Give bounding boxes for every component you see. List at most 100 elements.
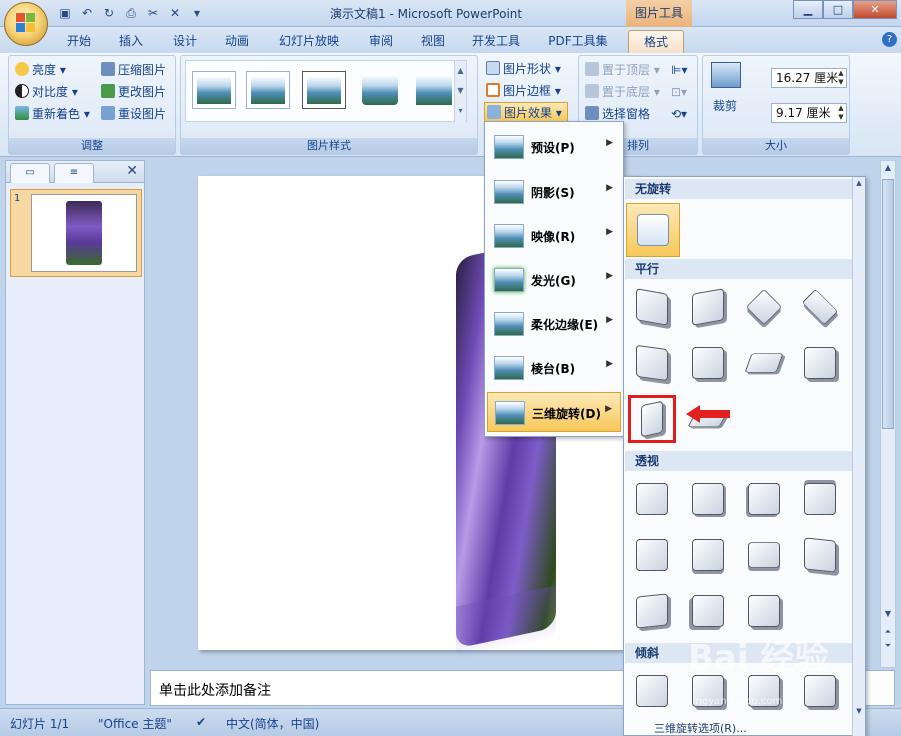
gallery-scroll-down-icon[interactable]: ▼ bbox=[853, 705, 865, 717]
change-picture-button[interactable]: 更改图片 bbox=[101, 82, 166, 102]
slides-tab[interactable]: ▭ bbox=[10, 163, 50, 183]
tab-insert[interactable]: 插入 bbox=[112, 30, 150, 53]
tab-developer[interactable]: 开发工具 bbox=[468, 30, 524, 53]
perspective-option-9[interactable] bbox=[632, 591, 672, 631]
recolor-button[interactable]: 重新着色 ▾ bbox=[15, 104, 90, 124]
reset-picture-button[interactable]: 重设图片 bbox=[101, 104, 166, 124]
tab-slideshow[interactable]: 幻灯片放映 bbox=[270, 30, 348, 53]
height-field[interactable]: 16.27 厘米 ▲ ▼ bbox=[771, 68, 847, 88]
panel-close-icon[interactable]: ✕ bbox=[126, 163, 138, 179]
style-thumb-2[interactable] bbox=[246, 71, 290, 109]
watermark-logo: Bai 经验 bbox=[688, 638, 829, 678]
contrast-button[interactable]: 对比度 ▾ bbox=[15, 82, 78, 102]
3d-rotation-options-link[interactable]: 三维旋转选项(R)... bbox=[624, 721, 852, 736]
tab-pdf-tools[interactable]: PDF工具集 bbox=[542, 30, 614, 53]
style-thumb-3[interactable] bbox=[302, 71, 346, 109]
spellcheck-icon[interactable]: ✔ bbox=[196, 715, 206, 729]
effects-preset-item[interactable]: 预设(P) ▶ bbox=[487, 127, 621, 167]
picture-effects-button[interactable]: 图片效果 ▾ bbox=[484, 102, 568, 122]
width-spin-icon[interactable]: ▲ ▼ bbox=[836, 104, 846, 122]
vertical-scrollbar[interactable]: ▲ ▼ ⏶ ⏷ bbox=[880, 160, 896, 668]
align-button[interactable]: ⊫▾ bbox=[671, 60, 687, 80]
effects-bevel-item[interactable]: 棱台(B) ▶ bbox=[487, 348, 621, 388]
group-objects-button[interactable]: ⊡▾ bbox=[671, 82, 687, 102]
quick-access-toolbar: ▣ ↶ ↻ ⎙ ✂ ✕ ▾ bbox=[56, 4, 206, 22]
notes-placeholder: 单击此处添加备注 bbox=[159, 683, 271, 699]
perspective-option-11[interactable] bbox=[744, 591, 784, 631]
oblique-option-1[interactable] bbox=[632, 671, 672, 711]
perspective-option-3[interactable] bbox=[744, 479, 784, 519]
tab-animation[interactable]: 动画 bbox=[218, 30, 256, 53]
bring-to-front-button[interactable]: 置于顶层 ▾ bbox=[585, 60, 660, 80]
cut-icon[interactable]: ✂ bbox=[144, 4, 162, 22]
next-slide-icon[interactable]: ⏷ bbox=[881, 639, 895, 653]
gallery-up-icon[interactable]: ▲ bbox=[455, 61, 466, 81]
height-spin-icon[interactable]: ▲ ▼ bbox=[836, 69, 846, 87]
parallel-option-9-highlighted[interactable] bbox=[628, 395, 676, 443]
perspective-option-5[interactable] bbox=[632, 535, 672, 575]
picture-shape-button[interactable]: 图片形状 ▾ bbox=[486, 59, 561, 79]
office-button[interactable] bbox=[4, 2, 48, 46]
style-thumb-1[interactable] bbox=[192, 71, 236, 109]
scroll-up-icon[interactable]: ▲ bbox=[881, 161, 895, 175]
perspective-option-4[interactable] bbox=[800, 479, 840, 519]
parallel-option-2[interactable] bbox=[688, 287, 728, 327]
effects-soft-edges-item[interactable]: 柔化边缘(E) ▶ bbox=[487, 304, 621, 344]
perspective-option-6[interactable] bbox=[688, 535, 728, 575]
undo-icon[interactable]: ↶ bbox=[78, 4, 96, 22]
crop-button[interactable]: 裁剪 bbox=[713, 96, 737, 116]
customize-qat-icon[interactable]: ▾ bbox=[188, 4, 206, 22]
effects-3d-rotation-item[interactable]: 三维旋转(D) ▶ bbox=[487, 392, 621, 432]
style-thumb-5[interactable] bbox=[412, 71, 456, 109]
perspective-option-2[interactable] bbox=[688, 479, 728, 519]
tab-home[interactable]: 开始 bbox=[60, 30, 98, 53]
slide-thumbnail[interactable] bbox=[31, 194, 137, 272]
close-doc-icon[interactable]: ✕ bbox=[166, 4, 184, 22]
parallel-option-4[interactable] bbox=[800, 287, 840, 327]
gallery-scrollbar[interactable]: ▲ ▼ bbox=[852, 177, 865, 736]
tab-review[interactable]: 审阅 bbox=[362, 30, 400, 53]
effects-reflection-item[interactable]: 映像(R) ▶ bbox=[487, 216, 621, 256]
help-icon[interactable]: ? bbox=[882, 32, 897, 47]
prev-slide-icon[interactable]: ⏶ bbox=[881, 625, 895, 639]
effects-glow-item[interactable]: 发光(G) ▶ bbox=[487, 260, 621, 300]
maximize-button[interactable]: □ bbox=[823, 0, 853, 19]
gallery-down-icon[interactable]: ▼ bbox=[455, 81, 466, 101]
parallel-option-8[interactable] bbox=[800, 343, 840, 383]
perspective-option-1[interactable] bbox=[632, 479, 672, 519]
send-to-back-button[interactable]: 置于底层 ▾ bbox=[585, 82, 660, 102]
brightness-button[interactable]: 亮度 ▾ bbox=[15, 60, 66, 80]
parallel-option-1[interactable] bbox=[632, 287, 672, 327]
slide-thumbnail-selected[interactable]: 1 bbox=[10, 189, 142, 277]
tab-design[interactable]: 设计 bbox=[166, 30, 204, 53]
gallery-more-icon[interactable]: ▾ bbox=[455, 101, 466, 121]
print-preview-icon[interactable]: ⎙ bbox=[122, 4, 140, 22]
perspective-option-8[interactable] bbox=[800, 535, 840, 575]
perspective-option-7[interactable] bbox=[744, 535, 784, 575]
rotation-none-option[interactable] bbox=[626, 203, 680, 257]
gallery-scroll-up-icon[interactable]: ▲ bbox=[853, 177, 865, 189]
outline-tab[interactable]: ≡ bbox=[54, 163, 94, 183]
redo-icon[interactable]: ↻ bbox=[100, 4, 118, 22]
tab-format[interactable]: 格式 bbox=[628, 30, 684, 53]
parallel-option-6[interactable] bbox=[688, 343, 728, 383]
style-thumb-4[interactable] bbox=[358, 71, 402, 109]
save-icon[interactable]: ▣ bbox=[56, 4, 74, 22]
parallel-option-3[interactable] bbox=[744, 287, 784, 327]
shadow-icon bbox=[494, 180, 524, 204]
scrollbar-thumb[interactable] bbox=[882, 179, 894, 429]
scroll-down-icon[interactable]: ▼ bbox=[881, 607, 895, 621]
crop-icon bbox=[711, 62, 741, 88]
window-controls: ▁ □ ✕ bbox=[793, 0, 897, 19]
effects-shadow-item[interactable]: 阴影(S) ▶ bbox=[487, 172, 621, 212]
minimize-button[interactable]: ▁ bbox=[793, 0, 823, 19]
parallel-option-5[interactable] bbox=[632, 343, 672, 383]
width-field[interactable]: 9.17 厘米 ▲ ▼ bbox=[771, 103, 847, 123]
tab-view[interactable]: 视图 bbox=[414, 30, 452, 53]
close-button[interactable]: ✕ bbox=[853, 0, 897, 19]
perspective-option-10[interactable] bbox=[688, 591, 728, 631]
rotate-button[interactable]: ⟲▾ bbox=[671, 104, 687, 124]
picture-border-button[interactable]: 图片边框 ▾ bbox=[486, 81, 561, 101]
compress-pictures-button[interactable]: 压缩图片 bbox=[101, 60, 166, 80]
parallel-option-7[interactable] bbox=[744, 343, 784, 383]
